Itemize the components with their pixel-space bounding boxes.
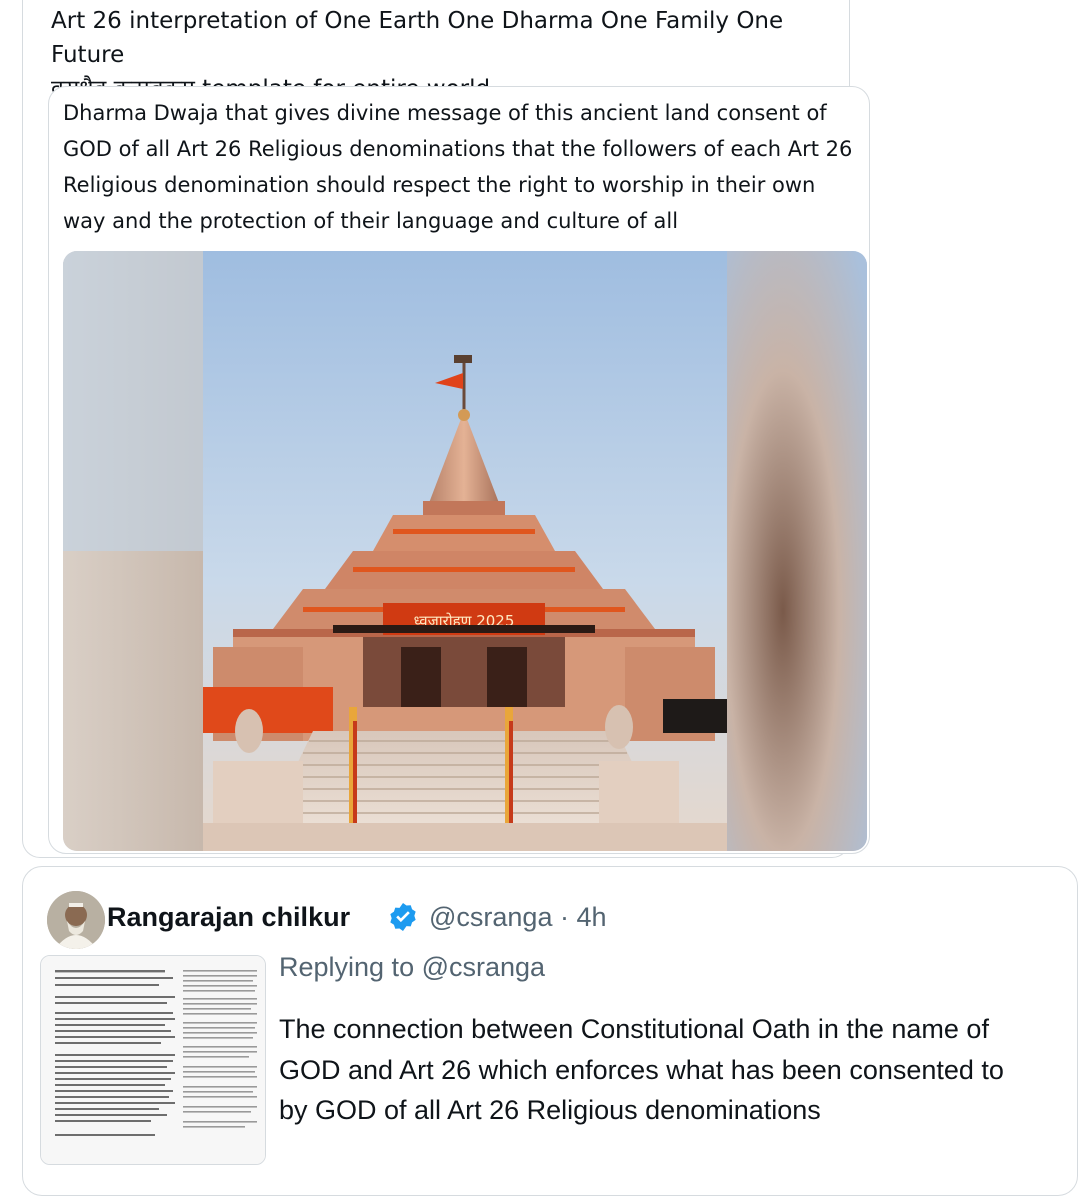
avatar[interactable]	[47, 891, 105, 949]
post-time[interactable]: 4h	[577, 902, 607, 932]
separator: ·	[559, 902, 569, 932]
inner-post-text: Dharma Dwaja that gives divine message o…	[63, 101, 853, 233]
quoted-post-card[interactable]: Art 26 interpretation of One Earth One D…	[22, 0, 870, 858]
author-name[interactable]: Rangarajan chilkur	[107, 899, 350, 935]
document-thumbnail[interactable]	[40, 955, 266, 1165]
reply-post-card[interactable]: Rangarajan chilkur @csranga · 4h Replyin…	[22, 866, 1078, 1196]
temple-photo[interactable]: ध्वजारोहण 2025	[63, 251, 867, 851]
verified-badge-icon	[390, 903, 416, 931]
handle-and-time: @csranga · 4h	[429, 899, 607, 935]
quoted-post-text-line1: Art 26 interpretation of One Earth One D…	[51, 8, 784, 68]
replying-to[interactable]: Replying to @csranga	[279, 949, 545, 985]
inner-quoted-post-card[interactable]: Dharma Dwaja that gives divine message o…	[48, 86, 870, 854]
reply-post-text: The connection between Constitutional Oa…	[279, 1014, 1004, 1125]
handle[interactable]: @csranga	[429, 902, 552, 932]
